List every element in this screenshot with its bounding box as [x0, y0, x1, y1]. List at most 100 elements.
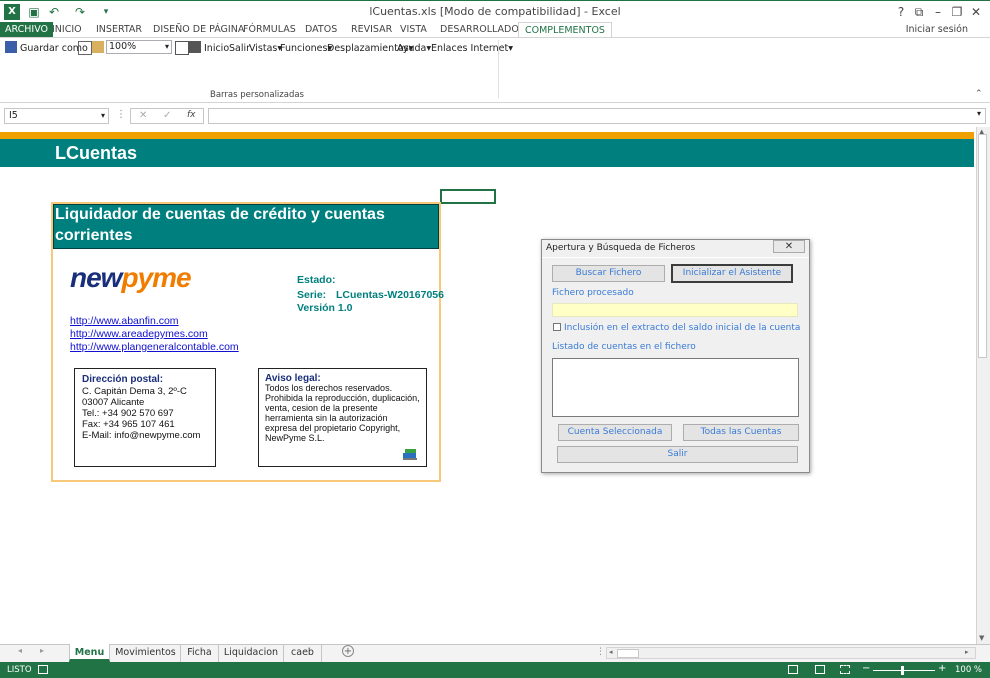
tab-revisar[interactable]: REVISAR: [345, 22, 398, 38]
saldo-inicial-label[interactable]: Inclusión en el extracto del saldo inici…: [564, 323, 800, 333]
status-mode: LISTO: [7, 665, 32, 675]
tab-formulas[interactable]: FÓRMULAS: [237, 22, 302, 38]
name-box[interactable]: I5 ▾: [4, 108, 109, 124]
sheet-tab-movimientos[interactable]: Movimientos: [111, 644, 181, 662]
tab-complementos[interactable]: COMPLEMENTOS: [518, 22, 612, 38]
link-abanfin[interactable]: http://www.abanfin.com: [70, 315, 179, 327]
print-preview-icon: [175, 41, 189, 55]
prev-sheet-icon[interactable]: ◂: [18, 646, 22, 655]
horizontal-scrollbar[interactable]: ◂ ▸: [606, 647, 976, 659]
minimize-icon[interactable]: –: [928, 3, 948, 21]
sheet-tab-liquidacion[interactable]: Liquidacion: [219, 644, 284, 662]
fichero-procesado-field: [552, 303, 798, 317]
ribbon-group-label: Barras personalizadas: [210, 90, 304, 100]
tab-desarrollador[interactable]: DESARROLLADOR: [434, 22, 531, 38]
address-box: Dirección postal: C. Capitán Dema 3, 2º-…: [74, 368, 216, 467]
add-sheet-icon[interactable]: +: [342, 645, 354, 657]
serie-value: LCuentas-W20167056: [336, 289, 444, 301]
help-icon[interactable]: ?: [891, 3, 911, 21]
next-sheet-icon[interactable]: ▸: [40, 646, 44, 655]
page-layout-icon[interactable]: [815, 665, 825, 674]
link-plangeneral[interactable]: http://www.plangeneralcontable.com: [70, 341, 239, 353]
buscar-fichero-button[interactable]: Buscar Fichero: [552, 265, 665, 282]
horizontal-scroll-thumb[interactable]: [617, 649, 639, 658]
tab-split-icon[interactable]: ⋮: [596, 647, 605, 657]
zoom-select[interactable]: 100% ▾: [106, 40, 172, 54]
paste-button[interactable]: [92, 41, 107, 57]
vertical-scroll-thumb[interactable]: [978, 134, 987, 358]
macro-record-icon[interactable]: [38, 665, 48, 674]
ayuda-menu[interactable]: Ayuda▾: [397, 41, 431, 57]
scroll-down-icon[interactable]: ▼: [979, 634, 984, 642]
undo-icon[interactable]: ↶: [46, 4, 62, 20]
vistas-menu[interactable]: Vistas▾: [249, 41, 282, 57]
scroll-right-icon[interactable]: ▸: [965, 648, 969, 656]
save-as-button[interactable]: Guardar como: [5, 41, 88, 57]
chevron-down-icon: ▾: [100, 111, 105, 120]
teal-header-band: [0, 139, 974, 167]
check-icon[interactable]: ✓: [163, 110, 171, 121]
sheet-tab-menu[interactable]: Menu: [69, 644, 110, 662]
funciones-menu[interactable]: Funciones▾: [280, 41, 332, 57]
collapse-ribbon-icon[interactable]: ⌃: [975, 89, 983, 99]
address-line: Fax: +34 965 107 461: [82, 419, 175, 430]
enlaces-menu[interactable]: Enlaces Internet▾: [431, 41, 513, 57]
address-line: Tel.: +34 902 570 697: [82, 408, 174, 419]
ribbon-tabs: ARCHIVO INICIO INSERTAR DISEÑO DE PÁGINA…: [0, 22, 990, 38]
scroll-left-icon[interactable]: ◂: [609, 648, 613, 656]
link-areadepymes[interactable]: http://www.areadepymes.com: [70, 328, 208, 340]
normal-view-icon[interactable]: [788, 665, 798, 674]
todas-cuentas-button[interactable]: Todas las Cuentas: [683, 424, 799, 441]
address-title: Dirección postal:: [82, 374, 164, 385]
insert-function-icon[interactable]: fx: [187, 110, 196, 120]
dialog-salir-button[interactable]: Salir: [557, 446, 798, 463]
inicializar-asistente-button[interactable]: Inicializar el Asistente: [671, 264, 793, 283]
save-icon[interactable]: ▣: [26, 4, 42, 20]
formula-buttons: ✕ ✓ fx: [130, 108, 204, 124]
customize-toolbar-icon[interactable]: ▾: [98, 4, 114, 20]
zoom-in-icon[interactable]: +: [938, 663, 946, 674]
zoom-slider-track[interactable]: [873, 670, 935, 671]
zoom-level[interactable]: 100 %: [955, 665, 982, 675]
sign-in-link[interactable]: Iniciar sesión: [906, 22, 968, 38]
sheet-title: LCuentas: [55, 143, 138, 163]
cuenta-seleccionada-button[interactable]: Cuenta Seleccionada: [558, 424, 672, 441]
page-break-icon[interactable]: [840, 665, 850, 674]
tab-datos[interactable]: DATOS: [299, 22, 343, 38]
close-icon[interactable]: ✕: [966, 3, 986, 21]
title-bar: X ▣ ↶ ↷ ▾ lCuentas.xls [Modo de compatib…: [0, 0, 990, 22]
listado-label: Listado de cuentas en el fichero: [552, 342, 696, 352]
tab-diseno-pagina[interactable]: DISEÑO DE PÁGINA: [147, 22, 250, 38]
tab-vista[interactable]: VISTA: [394, 22, 433, 38]
zoom-out-icon[interactable]: −: [862, 663, 870, 674]
estado-label: Estado:: [297, 274, 336, 286]
ribbon-display-icon[interactable]: ⧉: [909, 3, 929, 21]
dialog-title: Apertura y Búsqueda de Ficheros: [546, 243, 696, 253]
sheet-tab-caeb[interactable]: caeb: [284, 644, 322, 662]
cancel-icon[interactable]: ✕: [139, 110, 147, 121]
fichero-procesado-label: Fichero procesado: [552, 288, 634, 298]
salir-button[interactable]: Salir: [229, 41, 250, 57]
floppy-icon: [5, 41, 17, 53]
selected-cell[interactable]: [440, 189, 496, 204]
chevron-down-icon: ▾: [976, 109, 981, 118]
maximize-icon[interactable]: ❐: [947, 3, 967, 21]
ribbon-divider: [498, 40, 499, 98]
excel-logo-icon: X: [4, 4, 20, 20]
tab-insertar[interactable]: INSERTAR: [90, 22, 148, 38]
copy-icon: [78, 41, 92, 55]
address-line: 03007 Alicante: [82, 397, 145, 408]
saldo-inicial-checkbox[interactable]: [553, 323, 561, 331]
tab-inicio[interactable]: INICIO: [46, 22, 88, 38]
sheet-tab-ficha[interactable]: Ficha: [181, 644, 219, 662]
zoom-slider-thumb[interactable]: [901, 666, 904, 675]
inicio-button[interactable]: Inicio: [204, 41, 229, 57]
redo-icon[interactable]: ↷: [72, 4, 88, 20]
version-label: Versión 1.0: [297, 302, 353, 314]
formula-input[interactable]: ▾: [208, 108, 986, 124]
status-bar: LISTO − + 100 %: [0, 662, 990, 678]
print-button[interactable]: [189, 41, 204, 57]
chevron-down-icon: ▾: [508, 43, 514, 54]
dialog-close-icon[interactable]: ✕: [773, 240, 805, 253]
cuentas-listbox[interactable]: [552, 358, 799, 417]
